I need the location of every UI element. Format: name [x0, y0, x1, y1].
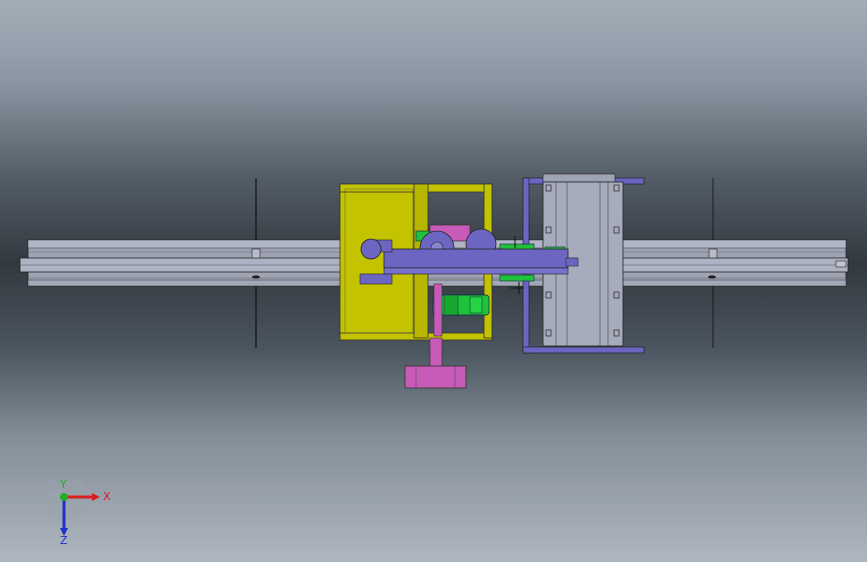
cad-graphics-viewport[interactable]: X Y Z — [0, 0, 867, 562]
left-rail-fastener — [252, 275, 260, 279]
z-axis-label: Z — [60, 534, 68, 546]
right-rail-fastener — [708, 275, 716, 279]
right-rail-clip — [708, 248, 718, 259]
xyz-triad-icon: X Y Z — [48, 480, 111, 546]
assembly-model-view[interactable] — [0, 0, 867, 562]
y-axis-dot — [60, 493, 68, 501]
x-axis-label: X — [103, 490, 111, 503]
left-rail-clip — [251, 248, 261, 259]
y-axis-label: Y — [59, 480, 67, 491]
